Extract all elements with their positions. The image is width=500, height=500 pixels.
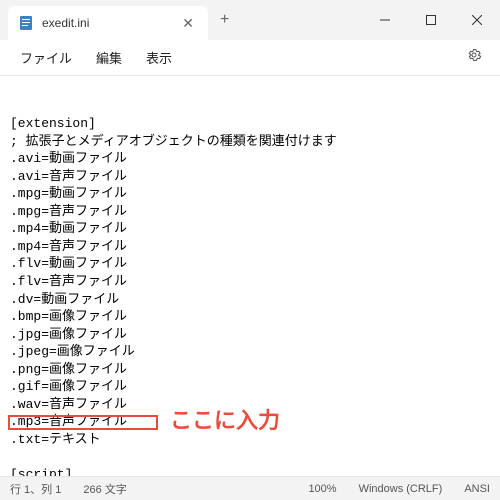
status-char-count: 266 文字 — [83, 481, 126, 497]
menu-edit[interactable]: 編集 — [84, 42, 134, 73]
titlebar: exedit.ini ✕ + — [0, 0, 500, 40]
status-zoom[interactable]: 100% — [308, 483, 336, 495]
minimize-button[interactable] — [362, 0, 408, 40]
status-encoding[interactable]: ANSI — [464, 483, 490, 495]
maximize-button[interactable] — [408, 0, 454, 40]
new-tab-button[interactable]: + — [208, 11, 241, 29]
status-position: 行 1、列 1 — [10, 481, 61, 497]
notepad-icon — [18, 15, 34, 31]
statusbar: 行 1、列 1 266 文字 100% Windows (CRLF) ANSI — [0, 476, 500, 500]
annotation-highlight-box — [8, 415, 158, 430]
tab-title: exedit.ini — [42, 16, 178, 30]
editor-area[interactable]: [extension] ; 拡張子とメディアオブジェクトの種類を関連付けます .… — [0, 76, 500, 476]
tab-active[interactable]: exedit.ini ✕ — [8, 6, 208, 40]
gear-icon — [466, 47, 482, 63]
settings-button[interactable] — [456, 41, 492, 74]
annotation-label: ここに入力 — [170, 406, 280, 436]
tab-close-button[interactable]: ✕ — [178, 15, 198, 32]
status-eol[interactable]: Windows (CRLF) — [359, 483, 443, 495]
close-button[interactable] — [454, 0, 500, 40]
window-controls — [362, 0, 500, 40]
menu-view[interactable]: 表示 — [134, 42, 184, 73]
menu-file[interactable]: ファイル — [8, 42, 84, 73]
menubar: ファイル 編集 表示 — [0, 40, 500, 76]
